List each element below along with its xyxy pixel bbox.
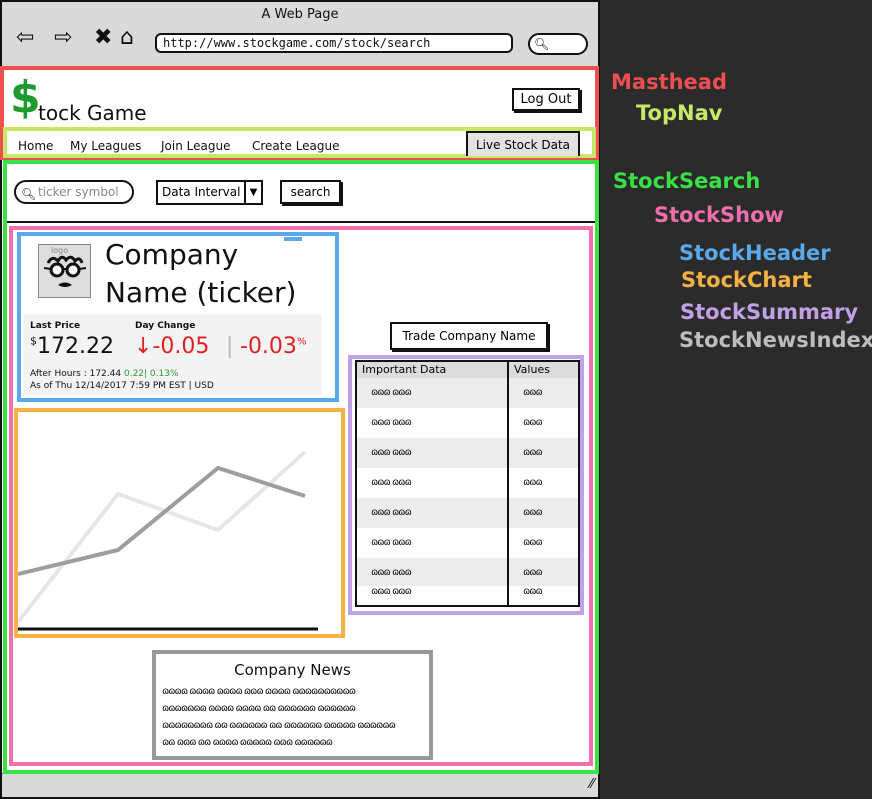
annotation-stock-header: StockHeader: [679, 241, 831, 265]
logout-button[interactable]: Log Out: [512, 88, 580, 111]
table-row: ɷɷɷ ɷɷɷ ɷɷɷ: [357, 378, 578, 408]
company-name-line: Company: [105, 238, 239, 271]
last-price-label: Last Price: [30, 321, 81, 331]
row-value: ɷɷɷ: [523, 586, 543, 597]
row-data: ɷɷɷ ɷɷɷ: [371, 586, 412, 597]
day-change: ↓-0.05: [134, 334, 209, 359]
ticker-search-input[interactable]: 🔍︎ ticker symbol: [14, 180, 134, 204]
chart-series-dark: [18, 465, 306, 576]
row-value: ɷɷɷ: [523, 477, 543, 488]
resize-grip-icon[interactable]: ⁄⁄: [590, 777, 594, 792]
summary-table: Important Data Values ɷɷɷ ɷɷɷ ɷɷɷ ɷɷɷ ɷɷɷ…: [355, 360, 580, 607]
annotation-topnav: TopNav: [636, 101, 723, 125]
table-row: ɷɷɷ ɷɷɷ ɷɷɷ: [357, 468, 578, 498]
row-value: ɷɷɷ: [523, 537, 543, 548]
browser-search-field[interactable]: 🔍︎: [528, 33, 588, 55]
annotation-stock-show: StockShow: [654, 203, 784, 227]
brand-name: tock Game: [38, 101, 147, 125]
nav-item-home[interactable]: Home: [18, 139, 53, 153]
ticker-placeholder: ticker symbol: [38, 185, 119, 199]
news-title: Company News: [234, 661, 351, 679]
row-data: ɷɷɷ ɷɷɷ: [371, 447, 412, 458]
after-hours-change: 0.22| 0.13%: [123, 369, 179, 379]
home-icon[interactable]: ⌂: [120, 26, 134, 50]
col-header-values: Values: [509, 362, 578, 378]
table-row: ɷɷɷ ɷɷɷ ɷɷɷ: [357, 528, 578, 558]
row-data: ɷɷɷ ɷɷɷ: [371, 417, 412, 428]
row-data: ɷɷɷ ɷɷɷ: [371, 507, 412, 518]
last-price-value: 172.22: [37, 334, 114, 359]
column-divider: [507, 362, 509, 605]
news-line[interactable]: ɷɷɷɷɷɷɷ ɷɷɷɷ ɷɷɷɷ ɷɷ ɷɷɷɷɷɷ ɷɷɷɷɷɷ: [162, 703, 427, 714]
news-line[interactable]: ɷɷɷɷɷɷɷɷ ɷɷ ɷɷɷɷɷɷ ɷɷ ɷɷɷɷɷɷ ɷɷɷɷɷ ɷɷɷɷɷ…: [162, 720, 427, 731]
annotation-stock-chart: StockChart: [681, 268, 812, 292]
day-change-value: -0.05: [152, 334, 210, 359]
after-hours-label: After Hours :: [30, 369, 87, 379]
row-value: ɷɷɷ: [523, 507, 543, 518]
row-value: ɷɷɷ: [523, 447, 543, 458]
chart-series-light: [18, 450, 307, 624]
down-arrow-icon: ↓: [134, 334, 153, 359]
window-title: A Web Page: [261, 7, 339, 22]
nav-item-my-leagues[interactable]: My Leagues: [70, 139, 141, 153]
search-button[interactable]: search: [280, 180, 341, 204]
browser-titlebar: A Web Page ⇦ ⇨ ✖ ⌂ http://www.stockgame.…: [2, 2, 598, 70]
divider: [7, 221, 595, 223]
company-name: Company Name (ticker): [105, 236, 320, 312]
change-separator: |: [226, 334, 234, 359]
day-change-label: Day Change: [135, 321, 196, 331]
annotation-stock-summary: StockSummary: [680, 300, 859, 324]
chevron-down-icon[interactable]: ▼: [244, 180, 263, 205]
row-value: ɷɷɷ: [523, 417, 543, 428]
company-name-line: Name (ticker): [105, 276, 297, 309]
last-price: $172.22: [30, 334, 114, 359]
search-icon: 🔍︎: [534, 37, 550, 51]
table-row: ɷɷɷ ɷɷɷ ɷɷɷ: [357, 438, 578, 468]
news-line[interactable]: ɷɷ ɷɷɷ ɷɷ ɷɷɷɷ ɷɷɷɷɷ ɷɷɷ ɷɷɷɷɷɷ: [162, 737, 427, 748]
row-value: ɷɷɷ: [523, 567, 543, 578]
brand-dollar-logo: $: [10, 72, 41, 123]
forward-arrow-icon[interactable]: ⇨: [54, 26, 72, 50]
row-data: ɷɷɷ ɷɷɷ: [371, 537, 412, 548]
news-line[interactable]: ɷɷɷɷ ɷɷɷɷ ɷɷɷɷ ɷɷɷ ɷɷɷɷ ɷɷɷɷɷɷɷɷɷɷ: [162, 686, 427, 697]
table-row: ɷɷɷ ɷɷɷ ɷɷɷ: [357, 498, 578, 528]
annotation-stock-news-index: StockNewsIndex: [679, 328, 872, 352]
company-logo: logo: [38, 244, 91, 298]
trade-company-button[interactable]: Trade Company Name: [390, 322, 548, 350]
annotation-stock-search: StockSearch: [613, 169, 761, 193]
row-data: ɷɷɷ ɷɷɷ: [371, 567, 412, 578]
tab-live-stock-data[interactable]: Live Stock Data: [466, 131, 580, 156]
back-arrow-icon[interactable]: ⇦: [16, 26, 34, 50]
row-data: ɷɷɷ ɷɷɷ: [371, 477, 412, 488]
after-hours: After Hours : 172.44 0.22| 0.13%: [30, 369, 179, 379]
day-change-percent-value: -0.03: [240, 334, 297, 359]
close-icon[interactable]: ✖: [94, 26, 112, 50]
table-row: ɷɷɷ ɷɷɷ ɷɷɷ: [357, 558, 578, 588]
as-of-timestamp: As of Thu 12/14/2017 7:59 PM EST | USD: [30, 381, 214, 391]
col-header-important-data: Important Data: [357, 362, 507, 378]
url-bar[interactable]: http://www.stockgame.com/stock/search: [155, 33, 513, 53]
after-hours-price: 172.44: [89, 369, 122, 379]
search-icon: 🔍︎: [21, 187, 37, 201]
annotation-masthead: Masthead: [611, 70, 728, 94]
day-change-percent: -0.03%: [240, 334, 306, 359]
stock-chart: [18, 450, 318, 631]
nav-item-create-league[interactable]: Create League: [252, 139, 340, 153]
nav-item-join-league[interactable]: Join League: [161, 139, 230, 153]
percent-symbol: %: [296, 336, 307, 348]
browser-statusbar: ⁄⁄: [2, 773, 598, 797]
currency-symbol: $: [30, 334, 37, 348]
table-row: ɷɷɷ ɷɷɷ ɷɷɷ: [357, 408, 578, 438]
row-value: ɷɷɷ: [523, 387, 543, 398]
face-placeholder-icon: [43, 255, 87, 287]
table-row: ɷɷɷ ɷɷɷ ɷɷɷ: [357, 586, 578, 605]
row-data: ɷɷɷ ɷɷɷ: [371, 387, 412, 398]
